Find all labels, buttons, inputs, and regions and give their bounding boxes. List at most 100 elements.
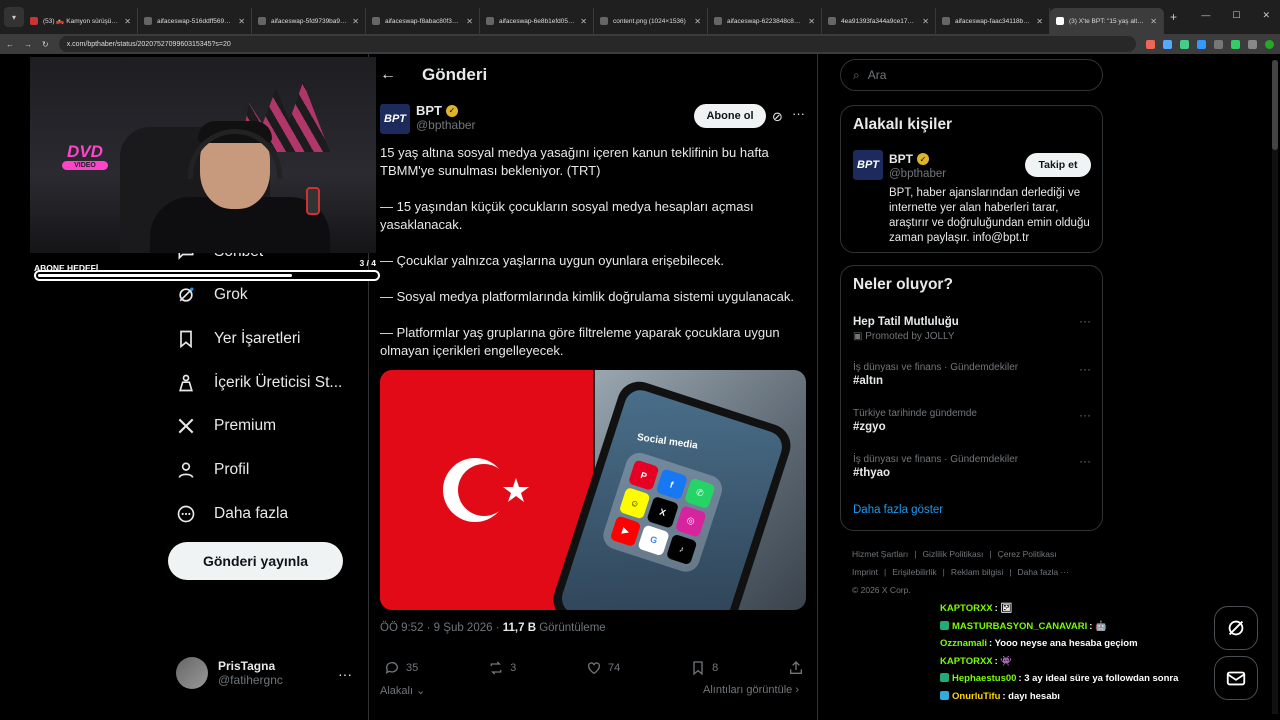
related-dropdown[interactable]: Alakalı ⌄ <box>380 684 425 697</box>
more-icon[interactable]: ··· <box>1079 408 1091 422</box>
author-handle: @bpthaber <box>416 118 476 132</box>
extension-icon[interactable] <box>1180 39 1189 49</box>
like-button[interactable]: 74 <box>586 660 620 676</box>
tab-close-icon[interactable]: ✕ <box>238 17 245 26</box>
tab-close-icon[interactable]: ✕ <box>124 17 131 26</box>
new-tab-icon[interactable]: + <box>1170 10 1177 24</box>
tab-close-icon[interactable]: ✕ <box>1036 17 1043 26</box>
more-icon[interactable]: ··· <box>1079 362 1091 376</box>
tab-title: aifaceswap-f8abac80f31752 <box>385 17 462 25</box>
post-actions: 35 3 74 8 <box>384 660 804 676</box>
related-label: Alakalı <box>380 685 414 697</box>
chat-username: Hephaestus00 <box>952 673 1017 684</box>
nav-item-1[interactable]: Grok <box>176 285 248 305</box>
nav-item-4[interactable]: Premium <box>176 416 276 436</box>
subscribe-button[interactable]: Abone ol <box>694 104 766 128</box>
extension-icon[interactable] <box>1231 39 1240 49</box>
extension-icon[interactable] <box>1197 39 1206 49</box>
more-icon[interactable]: ··· <box>792 106 805 121</box>
browser-tab[interactable]: aifaceswap-6e8b1efd0568f2 ✕ <box>480 8 594 34</box>
account-switcher[interactable]: PrisTagna @fatihergnc <box>176 657 283 689</box>
browser-tab[interactable]: (53) 🛻 Kamyon sürüşü POV 🎙 ✕ <box>24 8 138 34</box>
chat-message: OnurluTifu: dayı hesabı <box>940 688 1200 706</box>
back-arrow-icon[interactable]: ← <box>380 66 396 84</box>
trend-item[interactable]: İş dünyası ve finans · Gündemdekiler #thy… <box>853 454 1091 479</box>
view-quotes-link[interactable]: Alıntıları görüntüle › <box>703 684 799 696</box>
post-image[interactable]: Social media P f ✆ ☺ X ◎ ▶ G ♪ <box>380 370 806 610</box>
minimize-icon[interactable]: — <box>1201 10 1210 21</box>
tab-close-icon[interactable]: ✕ <box>352 17 359 26</box>
tab-close-icon[interactable]: ✕ <box>922 17 929 26</box>
trend-item[interactable]: Hep Tatil Mutluluğu ▣ Promoted by JOLLY ··… <box>853 314 1091 342</box>
tab-close-icon[interactable]: ✕ <box>580 17 587 26</box>
repost-button[interactable]: 3 <box>488 660 516 676</box>
extension-icons <box>1146 39 1274 49</box>
more-icon[interactable]: ··· <box>338 666 352 682</box>
tab-search-icon[interactable]: ▾ <box>4 7 24 27</box>
page-scrollbar[interactable] <box>1272 60 1278 714</box>
browser-tab[interactable]: aifaceswap-6223848c84e12 ✕ <box>708 8 822 34</box>
nav-item-3[interactable]: İçerik Üreticisi St... <box>176 373 342 393</box>
browser-tab[interactable]: aifaceswap-faac34118be661 ✕ <box>936 8 1050 34</box>
tab-close-icon[interactable]: ✕ <box>1150 17 1157 26</box>
footer-link[interactable]: Çerez Politikası <box>998 549 1057 559</box>
window-controls: — ☐ ✕ <box>1201 10 1270 21</box>
footer-link[interactable]: © 2026 X Corp. <box>852 585 911 595</box>
tab-favicon-icon <box>828 17 836 25</box>
footer-link[interactable]: Erişilebilirlik <box>892 567 936 577</box>
browser-tab[interactable]: 4ea91393fa344a9ce174878f4 ✕ <box>822 8 936 34</box>
browser-tab[interactable]: aifaceswap-516ddff569577ae ✕ <box>138 8 252 34</box>
trend-item[interactable]: Türkiye tarihinde gündemde #zgyo ··· <box>853 408 1091 433</box>
nav-item-2[interactable]: Yer İşaretleri <box>176 329 300 349</box>
extension-icon[interactable] <box>1214 39 1223 49</box>
footer-link[interactable]: Gizlilik Politikası <box>922 549 983 559</box>
trend-item[interactable]: İş dünyası ve finans · Gündemdekiler #alt… <box>853 362 1091 387</box>
extension-icon[interactable] <box>1248 39 1257 49</box>
share-button[interactable] <box>788 660 804 676</box>
tab-close-icon[interactable]: ✕ <box>466 17 473 26</box>
browser-tab[interactable]: content.png (1024×1536) ✕ <box>594 8 708 34</box>
nav-item-label: Profil <box>214 461 250 478</box>
grok-icon[interactable]: ⊘ <box>772 109 783 125</box>
extension-icon[interactable] <box>1146 39 1155 49</box>
tab-close-icon[interactable]: ✕ <box>694 17 701 26</box>
search-input[interactable]: ⌕ Ara <box>840 59 1103 91</box>
tab-close-icon[interactable]: ✕ <box>808 17 815 26</box>
author-block[interactable]: BPT ✓ @bpthaber <box>416 103 476 132</box>
footer-link[interactable]: Daha fazla ··· <box>1017 567 1069 577</box>
profile-avatar-icon[interactable] <box>1265 39 1274 49</box>
show-more-link[interactable]: Daha fazla göster <box>853 504 943 516</box>
grok-fab[interactable] <box>1214 606 1258 650</box>
ad-icon: ▣ <box>853 331 866 342</box>
footer-link[interactable]: Reklam bilgisi <box>951 567 1003 577</box>
author-avatar[interactable]: BPT <box>380 104 410 134</box>
post-button[interactable]: Gönderi yayınla <box>168 542 343 580</box>
messages-fab[interactable] <box>1214 656 1258 700</box>
bookmark-button[interactable]: 8 <box>690 660 718 676</box>
footer-link[interactable]: Imprint <box>852 567 878 577</box>
maximize-icon[interactable]: ☐ <box>1232 10 1240 21</box>
nav-item-6[interactable]: Daha fazla <box>176 504 288 524</box>
tab-title: content.png (1024×1536) <box>613 17 686 25</box>
more-icon[interactable]: ··· <box>1079 314 1091 328</box>
reload-icon[interactable]: ↻ <box>42 40 49 49</box>
scrollbar-thumb[interactable] <box>1272 60 1278 150</box>
forward-nav-icon[interactable]: → <box>24 40 32 49</box>
back-nav-icon[interactable]: ← <box>6 40 14 49</box>
browser-tab[interactable]: aifaceswap-5fd9739ba9e6c9 ✕ <box>252 8 366 34</box>
nav-item-5[interactable]: Profil <box>176 460 249 480</box>
related-person-name[interactable]: BPT <box>889 152 913 166</box>
browser-tab[interactable]: aifaceswap-f8abac80f31752 ✕ <box>366 8 480 34</box>
related-person-avatar[interactable]: BPT <box>853 150 883 180</box>
reply-button[interactable]: 35 <box>384 660 418 676</box>
pinterest-icon: P <box>627 459 660 492</box>
follow-button[interactable]: Takip et <box>1025 153 1091 177</box>
more-icon[interactable]: ··· <box>1079 454 1091 468</box>
url-field[interactable]: x.com/bpthaber/status/202075270996031534… <box>58 36 1136 52</box>
trend-title: #zgyo <box>853 421 886 433</box>
extension-icon[interactable] <box>1163 39 1172 49</box>
close-window-icon[interactable]: ✕ <box>1262 10 1270 21</box>
browser-tab[interactable]: (3) X'te BPT: "15 yaş altına so ✕ <box>1050 8 1164 34</box>
footer-link[interactable]: Hizmet Şartları <box>852 549 908 559</box>
trend-context: İş dünyası ve finans · Gündemdekiler <box>853 454 1019 465</box>
